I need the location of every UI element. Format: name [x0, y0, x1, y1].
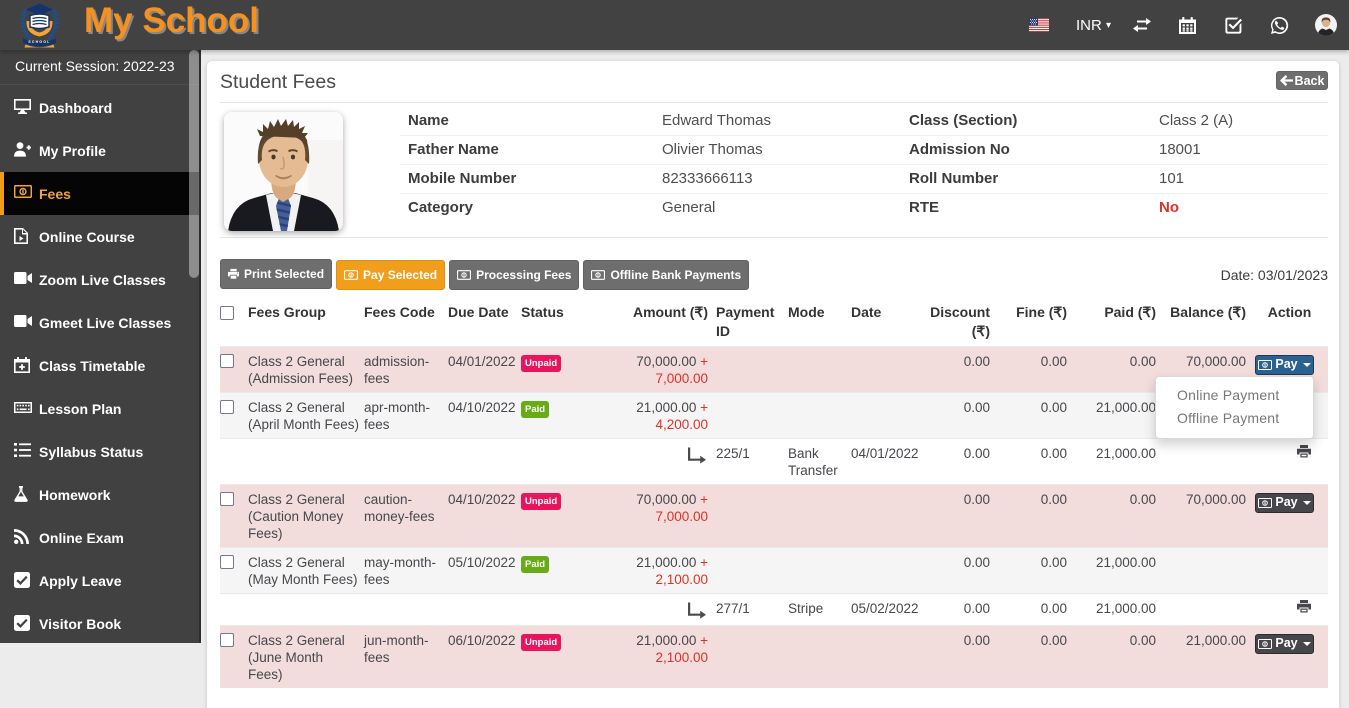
svg-text:SCHOOL: SCHOOL: [28, 40, 50, 44]
